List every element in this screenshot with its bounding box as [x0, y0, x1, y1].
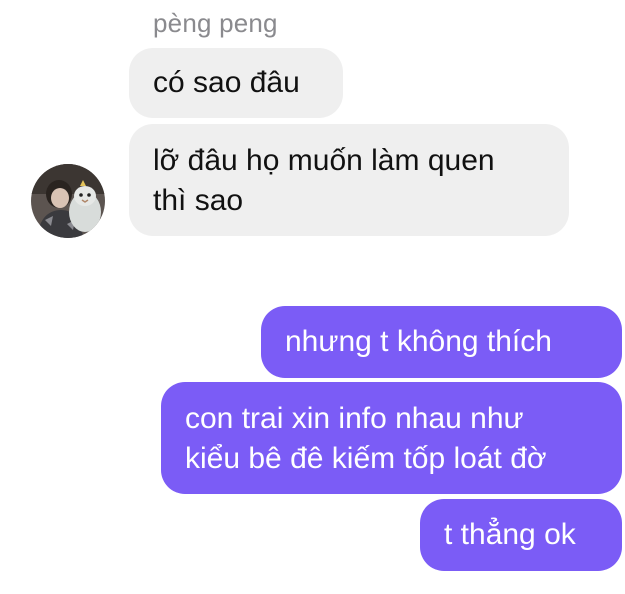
avatar-photo-icon [31, 164, 105, 238]
incoming-message[interactable]: có sao đâu [129, 48, 343, 118]
incoming-message[interactable]: lỡ đâu họ muốn làm quen thì sao [129, 124, 569, 236]
outgoing-message[interactable]: t thẳng ok [420, 499, 622, 571]
message-line: kiểu bê đê kiếm tốp loát đờ [185, 442, 547, 475]
outgoing-message[interactable]: con trai xin info nhau như kiểu bê đê ki… [161, 382, 622, 494]
message-line: nhưng t không thích [285, 325, 552, 358]
message-line: lỡ đâu họ muốn làm quen [153, 144, 495, 177]
outgoing-message[interactable]: nhưng t không thích [261, 306, 622, 378]
message-line: con trai xin info nhau như [185, 402, 524, 435]
sender-name: pèng peng [153, 8, 278, 38]
message-line: thì sao [153, 184, 244, 217]
message-line: t thẳng ok [444, 518, 576, 551]
message-line: có sao đâu [153, 66, 300, 99]
sender-avatar[interactable] [31, 164, 105, 238]
